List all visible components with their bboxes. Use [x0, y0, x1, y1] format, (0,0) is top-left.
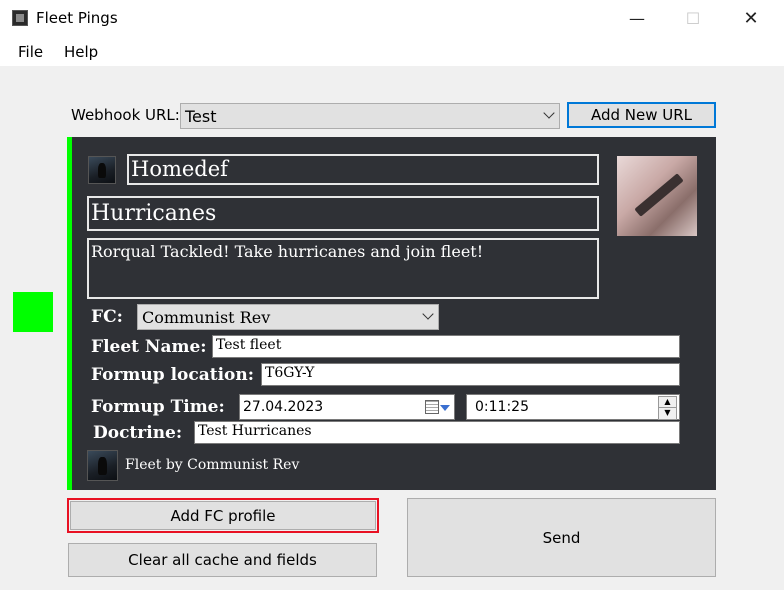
maximize-button[interactable]: ☐	[670, 0, 716, 36]
author-avatar	[88, 156, 116, 184]
formup-time-spinner[interactable]: 0:11:25 ▲ ▼	[466, 394, 680, 420]
menu-help[interactable]: Help	[64, 43, 98, 61]
webhook-select[interactable]: Test	[180, 103, 560, 129]
formup-location-label: Formup location:	[91, 365, 255, 385]
doctrine-input[interactable]: Test Hurricanes	[194, 421, 680, 444]
app-icon	[12, 10, 28, 26]
minimize-button[interactable]: —	[614, 0, 660, 36]
fc-label: FC:	[91, 307, 123, 327]
formup-date-picker[interactable]: 27.04.2023	[239, 394, 455, 420]
doctrine-label: Doctrine:	[93, 423, 183, 443]
clear-cache-button[interactable]: Clear all cache and fields	[68, 543, 377, 577]
calendar-icon[interactable]	[425, 400, 439, 414]
formup-location-input[interactable]: T6GY-Y	[261, 363, 680, 386]
embed-color-bar	[67, 137, 72, 490]
title-field[interactable]: Hurricanes	[87, 196, 599, 231]
footer-text: Fleet by Communist Rev	[125, 457, 300, 473]
title-text: Hurricanes	[91, 201, 217, 226]
webhook-selected-value: Test	[185, 107, 217, 126]
window-title: Fleet Pings	[36, 9, 118, 27]
embed-color-swatch[interactable]	[13, 292, 53, 332]
dropdown-arrow-icon[interactable]	[440, 405, 450, 411]
spin-down-icon[interactable]: ▼	[658, 407, 677, 420]
chevron-down-icon	[422, 308, 434, 320]
doctrine-value: Test Hurricanes	[198, 423, 312, 439]
chevron-down-icon	[543, 107, 555, 119]
fleet-name-value: Test fleet	[216, 337, 282, 353]
author-field[interactable]: Homedef	[127, 154, 599, 185]
webhook-label: Webhook URL:	[71, 106, 180, 124]
ship-icon	[634, 173, 684, 217]
formup-location-value: T6GY-Y	[265, 365, 315, 381]
menu-bar	[0, 36, 784, 66]
author-text: Homedef	[131, 157, 228, 181]
add-new-url-button[interactable]: Add New URL	[567, 102, 716, 128]
formup-time-label: Formup Time:	[91, 397, 225, 417]
fleet-name-label: Fleet Name:	[91, 337, 207, 357]
footer-avatar	[87, 450, 118, 481]
formup-time-value: 0:11:25	[475, 399, 529, 415]
ship-thumbnail[interactable]	[617, 156, 697, 236]
formup-date-value: 27.04.2023	[243, 399, 324, 415]
description-text: Rorqual Tackled! Take hurricanes and joi…	[91, 242, 484, 261]
menu-file[interactable]: File	[18, 43, 43, 61]
send-button[interactable]: Send	[407, 498, 716, 577]
fc-selected-value: Communist Rev	[142, 308, 271, 327]
fc-select[interactable]: Communist Rev	[137, 304, 439, 330]
fleet-name-input[interactable]: Test fleet	[212, 335, 680, 358]
close-button[interactable]: ✕	[728, 0, 774, 36]
description-field[interactable]: Rorqual Tackled! Take hurricanes and joi…	[87, 238, 599, 299]
add-fc-profile-button[interactable]: Add FC profile	[70, 501, 376, 530]
